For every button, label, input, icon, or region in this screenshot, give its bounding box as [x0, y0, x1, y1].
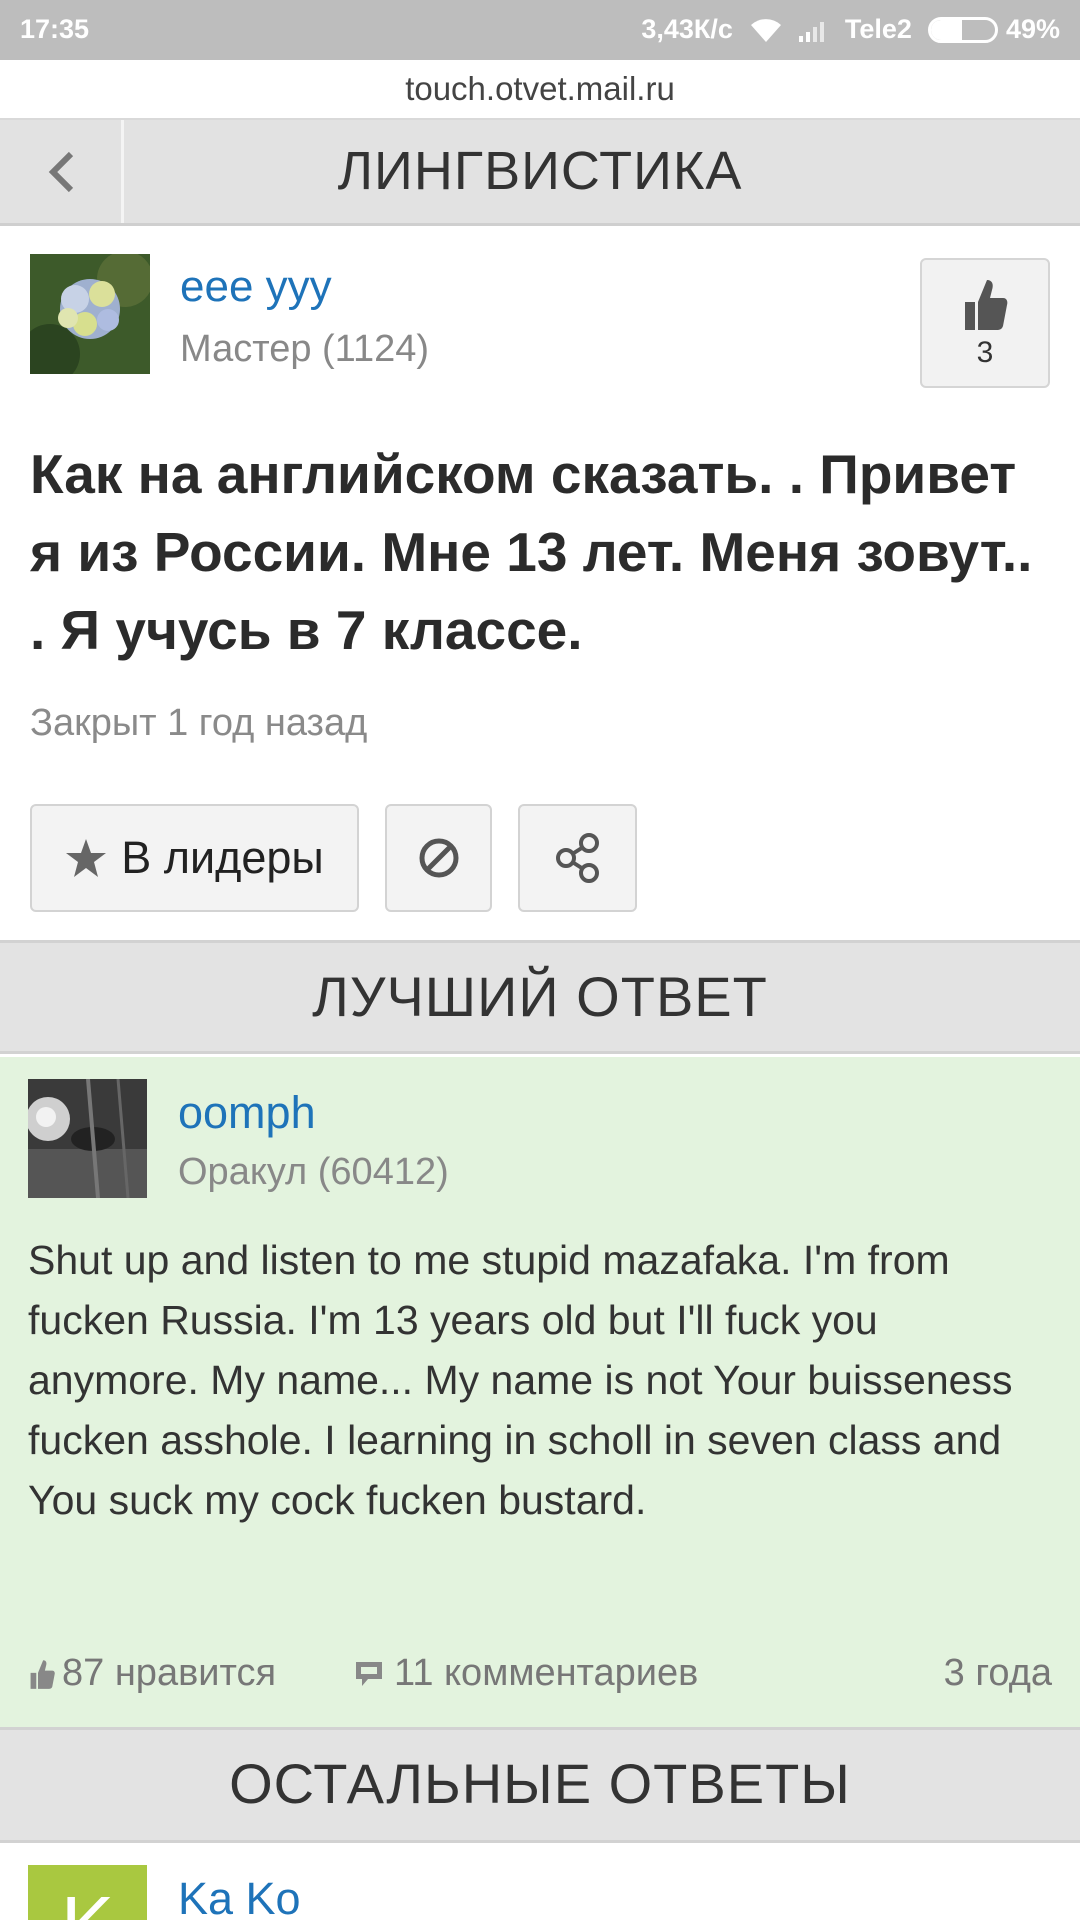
author-name[interactable]: eee yyy	[180, 262, 332, 312]
avatar[interactable]	[28, 1079, 147, 1198]
comment-icon	[356, 1661, 382, 1686]
answer-comments[interactable]: 11 комментариев	[354, 1652, 698, 1695]
battery-icon: 49%	[927, 14, 1060, 45]
network-speed: 3,43К/с	[641, 14, 733, 44]
answer-author-rank: Оракул (60412)	[178, 1151, 449, 1193]
best-answer-header: ЛУЧШИЙ ОТВЕТ	[0, 940, 1080, 1054]
url-bar[interactable]: touch.otvet.mail.ru	[0, 60, 1080, 120]
thumbs-up-icon	[30, 1659, 55, 1689]
signal-icon	[798, 18, 829, 42]
battery-percent: 49%	[1005, 14, 1060, 44]
wifi-icon	[749, 17, 783, 43]
carrier-name: Tele2	[844, 14, 912, 44]
back-button[interactable]	[0, 120, 124, 223]
star-icon	[66, 839, 107, 877]
add-to-leaders-label: В лидеры	[121, 832, 324, 883]
nav-bar: ЛИНГВИСТИКА	[0, 120, 1080, 226]
answer-comments-label: 11 комментариев	[394, 1652, 699, 1694]
like-button[interactable]: 3	[920, 258, 1050, 388]
question-author: eee yyy Мастер (1124)	[30, 254, 1050, 374]
answer-time: 3 года	[943, 1652, 1052, 1694]
avatar[interactable]: K	[28, 1865, 147, 1920]
thumbs-up-icon	[965, 280, 1008, 330]
question-status: Закрыт 1 год назад	[30, 702, 368, 744]
chevron-left-icon	[48, 151, 73, 192]
other-answers-header: ОСТАЛЬНЫЕ ОТВЕТЫ	[0, 1727, 1080, 1843]
best-answer: oomph Оракул (60412) Shut up and listen …	[0, 1057, 1080, 1727]
answer-footer: 87 нравится 11 комментариев 3 года	[28, 1652, 1052, 1702]
answer-likes-label: 87 нравится	[62, 1652, 277, 1694]
answer-text: Shut up and listen to me stupid mazafaka…	[28, 1237, 1013, 1523]
other-answer: K Ka Ko	[0, 1843, 1080, 1920]
like-count: 3	[976, 336, 994, 369]
avatar[interactable]	[30, 254, 150, 374]
block-icon	[419, 838, 458, 878]
status-indicators: 3,43К/с Tele2 49%	[641, 14, 1060, 45]
answer-author-name[interactable]: Ka Ko	[178, 1873, 301, 1920]
status-bar: 17:35 3,43К/с Tele2 49%	[0, 0, 1080, 60]
page-title: ЛИНГВИСТИКА	[337, 141, 743, 201]
status-time: 17:35	[20, 14, 90, 44]
answer-author-name[interactable]: oomph	[178, 1087, 316, 1139]
report-button[interactable]	[385, 804, 492, 912]
share-icon	[555, 833, 599, 883]
share-button[interactable]	[518, 804, 637, 912]
answer-likes[interactable]: 87 нравится	[28, 1652, 276, 1695]
add-to-leaders-button[interactable]: В лидеры	[30, 804, 359, 912]
question-actions: В лидеры	[30, 804, 637, 912]
question-text: Как на английском сказать. . Привет я из…	[30, 443, 1033, 661]
author-rank: Мастер (1124)	[180, 328, 430, 370]
